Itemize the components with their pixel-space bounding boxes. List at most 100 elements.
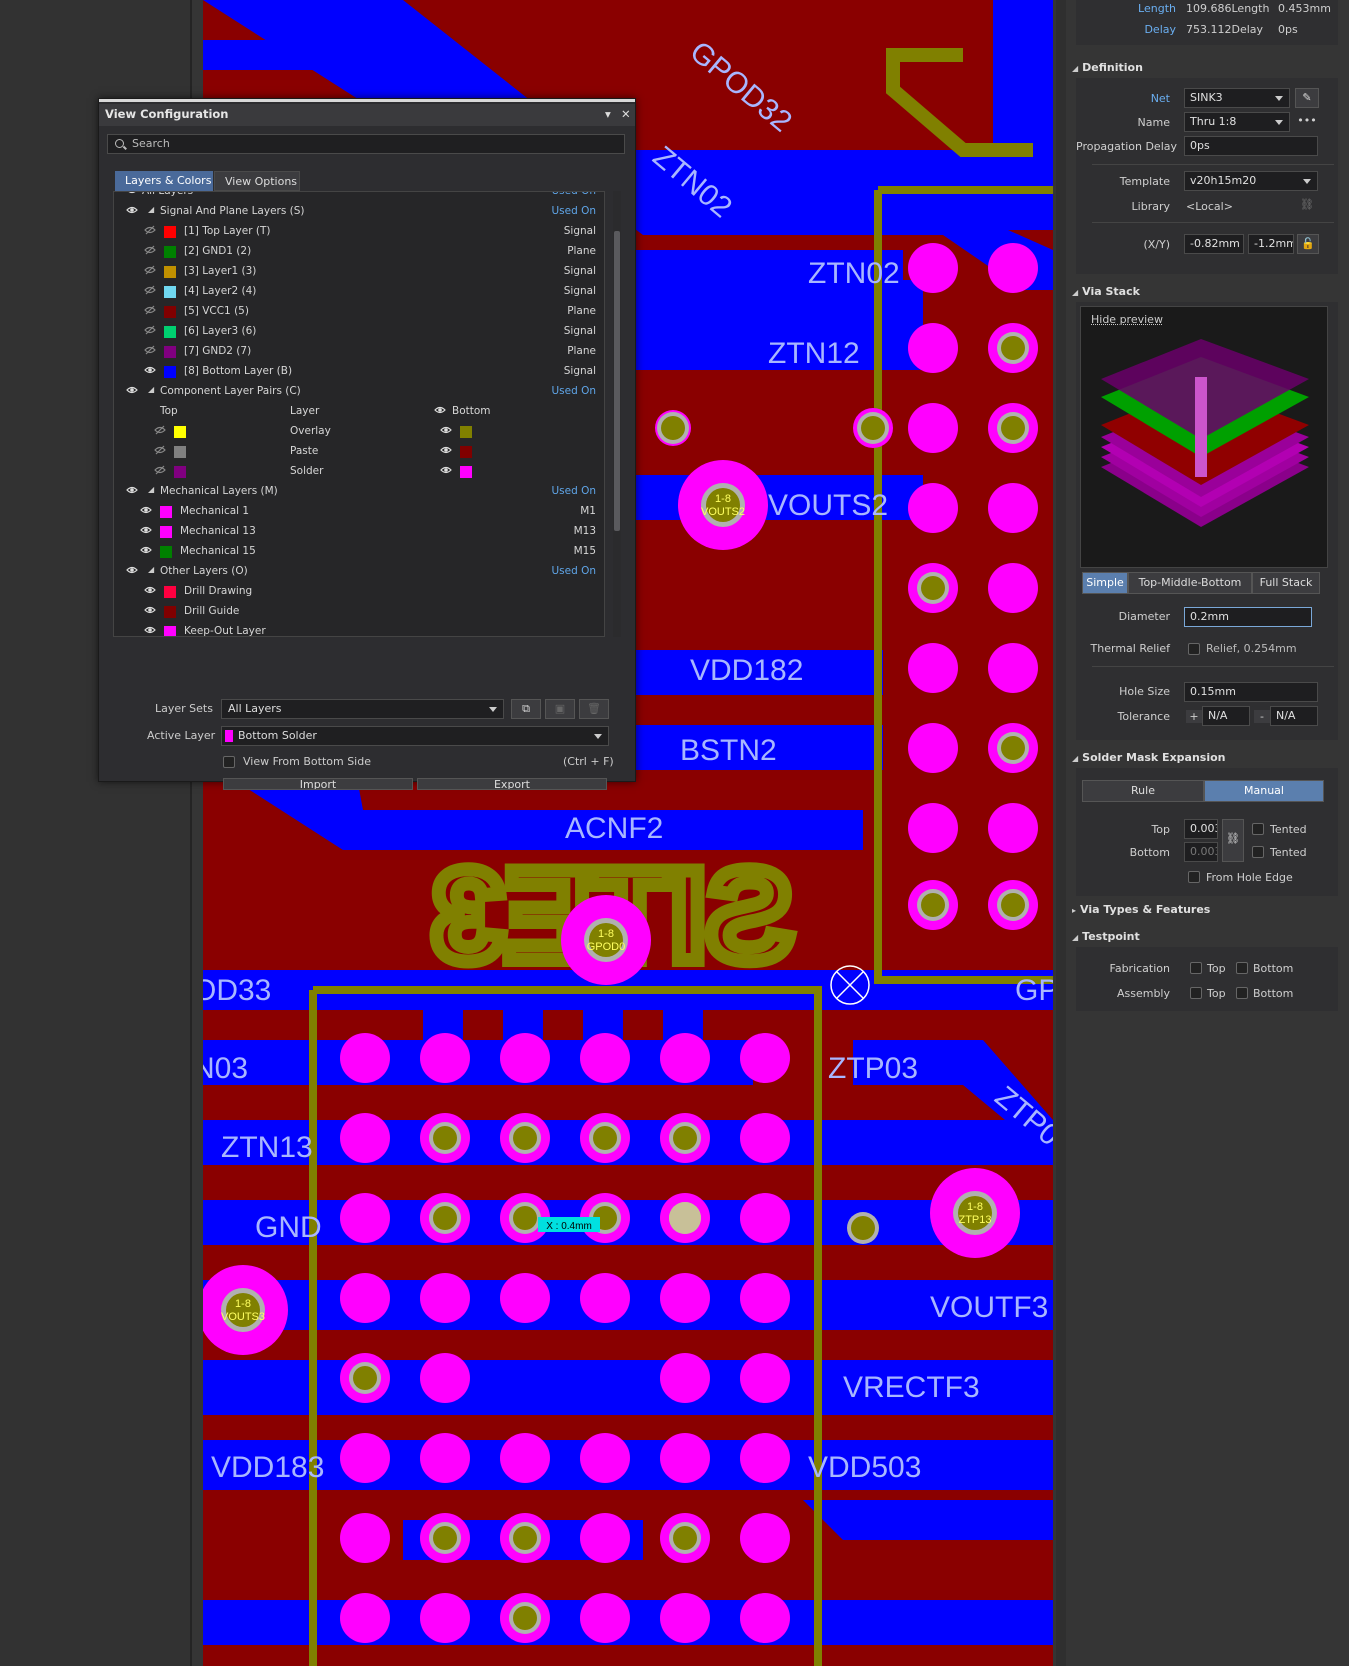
- prop-delay-input[interactable]: 0ps: [1184, 136, 1318, 156]
- y-input[interactable]: -1.2mm: [1248, 234, 1294, 254]
- eye-icon[interactable]: [440, 445, 452, 455]
- other-layer-row[interactable]: Keep-Out Layer: [114, 622, 604, 636]
- view-configuration-panel[interactable]: View Configuration ▾ ✕ Search Layers & C…: [98, 98, 636, 790]
- collapse-icon[interactable]: ◢: [148, 565, 154, 574]
- bottom-color-swatch[interactable]: [460, 466, 472, 478]
- asm-top-checkbox[interactable]: [1190, 987, 1202, 999]
- signal-layer-row[interactable]: [1] Top Layer (T) Signal: [114, 222, 604, 242]
- color-swatch[interactable]: [164, 626, 176, 636]
- pick-net-icon[interactable]: ✎: [1295, 88, 1319, 108]
- eye-icon[interactable]: [144, 225, 156, 235]
- stack-mode-top-middle-bottom[interactable]: Top-Middle-Bottom: [1128, 572, 1252, 594]
- export-button[interactable]: Export: [417, 778, 607, 790]
- eye-icon[interactable]: [126, 385, 138, 395]
- color-swatch[interactable]: [164, 286, 176, 298]
- top-color-swatch[interactable]: [174, 426, 186, 438]
- signal-layer-row[interactable]: [6] Layer3 (6) Signal: [114, 322, 604, 342]
- x-input[interactable]: -0.82mm: [1184, 234, 1244, 254]
- eye-icon[interactable]: [144, 365, 156, 375]
- eye-icon[interactable]: [144, 625, 156, 635]
- eye-icon[interactable]: [140, 505, 152, 515]
- properties-panel[interactable]: Length 109.686Length 0.453mm Delay 753.1…: [1066, 0, 1349, 1666]
- via-stack-header[interactable]: ◢ Via Stack: [1072, 285, 1140, 298]
- signal-layer-row[interactable]: [4] Layer2 (4) Signal: [114, 282, 604, 302]
- other-layer-row[interactable]: Drill Drawing: [114, 582, 604, 602]
- panel-scrollbar[interactable]: [615, 627, 623, 787]
- signal-layer-row[interactable]: [5] VCC1 (5) Plane: [114, 302, 604, 322]
- top-color-swatch[interactable]: [174, 466, 186, 478]
- eye-icon[interactable]: [140, 525, 152, 535]
- other-layer-row[interactable]: Drill Guide: [114, 602, 604, 622]
- eye-icon[interactable]: [140, 545, 152, 555]
- signal-group-row[interactable]: ◢ Signal And Plane Layers (S) Used On: [114, 202, 604, 222]
- more-icon[interactable]: •••: [1295, 114, 1319, 127]
- eye-icon[interactable]: [144, 345, 156, 355]
- hole-size-input[interactable]: 0.15mm: [1184, 682, 1318, 702]
- mask-mode-manual[interactable]: Manual: [1204, 780, 1324, 802]
- tolerance-minus-input[interactable]: N/A: [1270, 706, 1318, 726]
- color-swatch[interactable]: [164, 606, 176, 618]
- mask-mode-rule[interactable]: Rule: [1082, 780, 1204, 802]
- via-types-header[interactable]: ▸ Via Types & Features: [1072, 903, 1210, 916]
- solder-mask-header[interactable]: ◢ Solder Mask Expansion: [1072, 751, 1226, 764]
- definition-header[interactable]: ◢ Definition: [1072, 61, 1143, 74]
- layer-pair-row[interactable]: Paste: [114, 442, 604, 462]
- color-swatch[interactable]: [164, 326, 176, 338]
- layer-pair-row[interactable]: Solder: [114, 462, 604, 482]
- eye-icon[interactable]: [144, 265, 156, 275]
- eye-icon[interactable]: [154, 465, 166, 475]
- layer-sets-edit-button[interactable]: ⧉: [511, 699, 541, 719]
- bottom-color-swatch[interactable]: [460, 426, 472, 438]
- eye-icon[interactable]: [144, 605, 156, 615]
- panel-titlebar[interactable]: View Configuration ▾ ✕: [99, 104, 635, 126]
- eye-icon[interactable]: [440, 465, 452, 475]
- sm-bottom-input[interactable]: 0.003: [1184, 842, 1218, 862]
- layer-list[interactable]: All Layers Used On ◢ Signal And Plane Layer…: [113, 191, 605, 637]
- eye-icon[interactable]: [434, 405, 446, 415]
- save-icon[interactable]: ▣: [545, 699, 575, 719]
- signal-layer-row[interactable]: [8] Bottom Layer (B) Signal: [114, 362, 604, 382]
- tab-layers-colors[interactable]: Layers & Colors: [115, 171, 213, 191]
- eye-icon[interactable]: [126, 205, 138, 215]
- close-icon[interactable]: ✕: [621, 107, 631, 121]
- other-group-row[interactable]: ◢ Other Layers (O) Used On: [114, 562, 604, 582]
- link-icon[interactable]: ⛓: [1295, 198, 1319, 211]
- net-select[interactable]: SINK3: [1184, 88, 1290, 108]
- eye-icon[interactable]: [144, 285, 156, 295]
- from-hole-edge-checkbox[interactable]: [1188, 871, 1200, 883]
- color-swatch[interactable]: [160, 506, 172, 518]
- thermal-relief-checkbox[interactable]: [1188, 643, 1200, 655]
- active-layer-select[interactable]: Bottom Solder: [221, 726, 609, 746]
- color-swatch[interactable]: [164, 266, 176, 278]
- pair-header-row[interactable]: Top Layer Bottom: [114, 402, 604, 422]
- scroll-thumb[interactable]: [614, 231, 620, 531]
- signal-layer-row[interactable]: [7] GND2 (7) Plane: [114, 342, 604, 362]
- tolerance-plus-input[interactable]: N/A: [1202, 706, 1250, 726]
- color-swatch[interactable]: [160, 526, 172, 538]
- collapse-icon[interactable]: ◢: [148, 205, 154, 214]
- eye-icon[interactable]: [144, 305, 156, 315]
- fab-top-checkbox[interactable]: [1190, 962, 1202, 974]
- color-swatch[interactable]: [164, 366, 176, 378]
- eye-icon[interactable]: [144, 245, 156, 255]
- color-swatch[interactable]: [164, 246, 176, 258]
- eye-icon[interactable]: [154, 445, 166, 455]
- testpoint-header[interactable]: ◢ Testpoint: [1072, 930, 1140, 943]
- color-swatch[interactable]: [164, 226, 176, 238]
- collapse-icon[interactable]: ◢: [148, 385, 154, 394]
- mechanical-layer-row[interactable]: Mechanical 13 M13: [114, 522, 604, 542]
- component-group-row[interactable]: ◢ Component Layer Pairs (C) Used On: [114, 382, 604, 402]
- eye-icon[interactable]: [126, 192, 138, 195]
- bottom-color-swatch[interactable]: [460, 446, 472, 458]
- color-swatch[interactable]: [164, 346, 176, 358]
- eye-icon[interactable]: [154, 425, 166, 435]
- collapse-icon[interactable]: ◢: [148, 485, 154, 494]
- color-swatch[interactable]: [164, 306, 176, 318]
- eye-icon[interactable]: [144, 585, 156, 595]
- panel-splitter[interactable]: [1056, 0, 1066, 1666]
- color-swatch[interactable]: [160, 546, 172, 558]
- layer-list-scrollbar[interactable]: [613, 191, 621, 637]
- link-values-icon[interactable]: ⛓: [1222, 819, 1244, 862]
- signal-layer-row[interactable]: [2] GND1 (2) Plane: [114, 242, 604, 262]
- diameter-input[interactable]: 0.2mm: [1184, 607, 1312, 627]
